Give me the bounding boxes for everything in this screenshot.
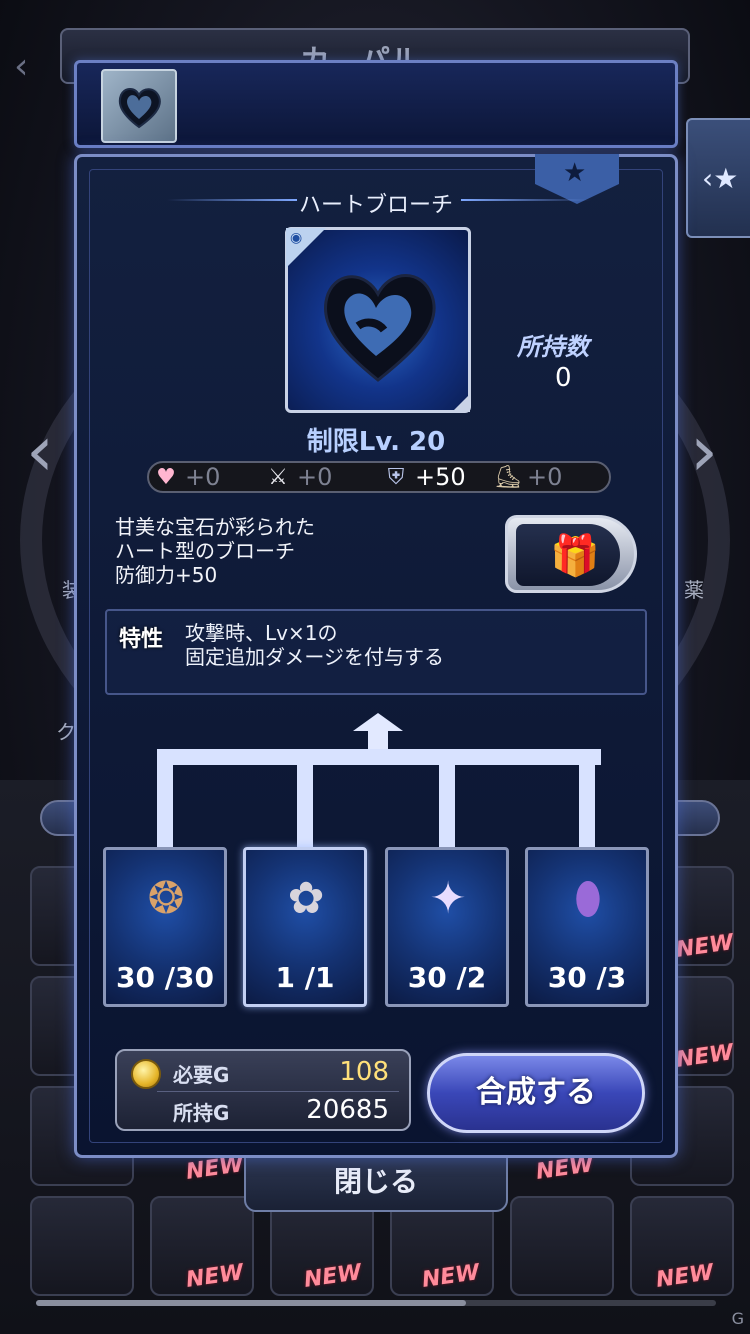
- required-gold-label: 必要G: [173, 1063, 230, 1087]
- owned-gold-row: 所持G 20685: [117, 1093, 409, 1129]
- gift-button[interactable]: 🎁: [505, 515, 637, 593]
- item-name: ハートブローチ: [298, 193, 453, 218]
- recipe-connector: [157, 749, 173, 849]
- material-slot[interactable]: ⬮ 30 /3: [525, 847, 649, 1007]
- stat-speed-value: +0: [527, 463, 563, 491]
- silver-flower-icon: ✿: [287, 872, 325, 924]
- accessory-icon: ◉: [290, 230, 303, 246]
- close-button-label: 閉じる: [333, 1165, 418, 1198]
- stat-hp-value: +0: [185, 463, 221, 491]
- trait-line: 固定追加ダメージを付与する: [185, 645, 444, 669]
- material-slot[interactable]: ✿ 1 /1: [243, 847, 367, 1007]
- item-artwork: ◉: [285, 227, 471, 413]
- modal-header: [74, 60, 678, 148]
- description-line: ハート型のブローチ: [115, 539, 295, 563]
- back-arrow-icon[interactable]: ‹: [14, 46, 28, 87]
- inventory-cell[interactable]: [30, 1196, 134, 1296]
- ornate-medallion-icon: ❂: [147, 872, 185, 924]
- next-nav-icon[interactable]: ›: [690, 410, 718, 492]
- trait-box: 特性 攻撃時、Lv×1の 固定追加ダメージを付与する: [105, 609, 647, 695]
- material-count: 30 /3: [547, 961, 627, 994]
- material-slot[interactable]: ❂ 30 /30: [103, 847, 227, 1007]
- trait-line: 攻撃時、Lv×1の: [185, 621, 338, 645]
- heart-brooch-icon: [323, 274, 436, 382]
- stat-hp: ♥ +0: [153, 463, 220, 491]
- required-gold-row: 必要G 108: [117, 1055, 409, 1091]
- trait-label: 特性: [119, 627, 164, 652]
- stat-defense: ⛨ +50: [383, 463, 466, 491]
- recipe-connector: [439, 749, 455, 849]
- owned-gold-value: 20685: [306, 1095, 389, 1125]
- background-side-label-right: 薬: [684, 578, 704, 602]
- close-button[interactable]: 閉じる: [244, 1150, 508, 1212]
- material-count: 1 /1: [275, 961, 335, 994]
- owned-count-label: 所持数: [517, 333, 589, 361]
- recipe-connector: [297, 749, 313, 849]
- background-side-label-left2: ク: [56, 720, 76, 744]
- stat-bonus-bar: ♥ +0 ⚔ +0 ⛨ +50 ⛸ +0: [147, 461, 611, 493]
- trait-text: 攻撃時、Lv×1の 固定追加ダメージを付与する: [185, 621, 444, 669]
- item-name-row: ハートブローチ: [77, 183, 675, 218]
- item-thumbnail: [101, 69, 177, 143]
- violet-gem-icon: ⬮: [574, 872, 602, 924]
- star-icon: ‹★: [702, 162, 739, 195]
- stat-defense-value: +50: [415, 463, 466, 491]
- sword-icon: ⚔: [268, 464, 288, 490]
- gift-icon: 🎁: [550, 533, 600, 579]
- heart-icon: ♥: [156, 464, 176, 490]
- inventory-cell[interactable]: [510, 1196, 614, 1296]
- owned-gold-label: 所持G: [173, 1101, 230, 1125]
- side-tab[interactable]: ‹★: [686, 118, 750, 238]
- material-slot[interactable]: ✦ 30 /2: [385, 847, 509, 1007]
- recipe-connector: [579, 749, 595, 849]
- gold-cost-panel: 必要G 108 所持G 20685: [115, 1049, 411, 1131]
- heart-brooch-icon: [118, 88, 161, 129]
- owned-count-value: 0: [555, 363, 572, 393]
- cost-divider: [157, 1091, 399, 1092]
- prev-nav-icon[interactable]: ‹: [26, 410, 54, 492]
- description-line: 甘美な宝石が彩られた: [115, 515, 315, 539]
- gift-button-face: 🎁: [516, 524, 620, 586]
- watermark-logo: G: [731, 1309, 744, 1328]
- scrollbar-thumb[interactable]: [36, 1300, 466, 1306]
- boot-icon: ⛸: [494, 464, 522, 490]
- recipe-connector: [157, 749, 601, 765]
- craft-modal: ★ ハートブローチ ◉ 所持数 0 制限Lv. 20 ♥ +0 ⚔ +0 ⛨ +…: [74, 154, 678, 1158]
- description-line: 防御力+50: [115, 563, 218, 587]
- crystal-shard-icon: ✦: [429, 872, 467, 924]
- stat-attack: ⚔ +0: [265, 463, 332, 491]
- level-limit: 制限Lv. 20: [306, 427, 446, 457]
- shield-icon: ⛨: [387, 464, 405, 490]
- required-gold-value: 108: [339, 1057, 389, 1087]
- stat-speed: ⛸ +0: [494, 463, 563, 491]
- stat-attack-value: +0: [297, 463, 333, 491]
- item-description: 甘美な宝石が彩られた ハート型のブローチ 防御力+50: [115, 515, 415, 587]
- craft-button[interactable]: 合成する: [427, 1053, 645, 1133]
- material-count: 30 /30: [116, 961, 214, 994]
- craft-button-label: 合成する: [476, 1075, 596, 1110]
- material-count: 30 /2: [407, 961, 487, 994]
